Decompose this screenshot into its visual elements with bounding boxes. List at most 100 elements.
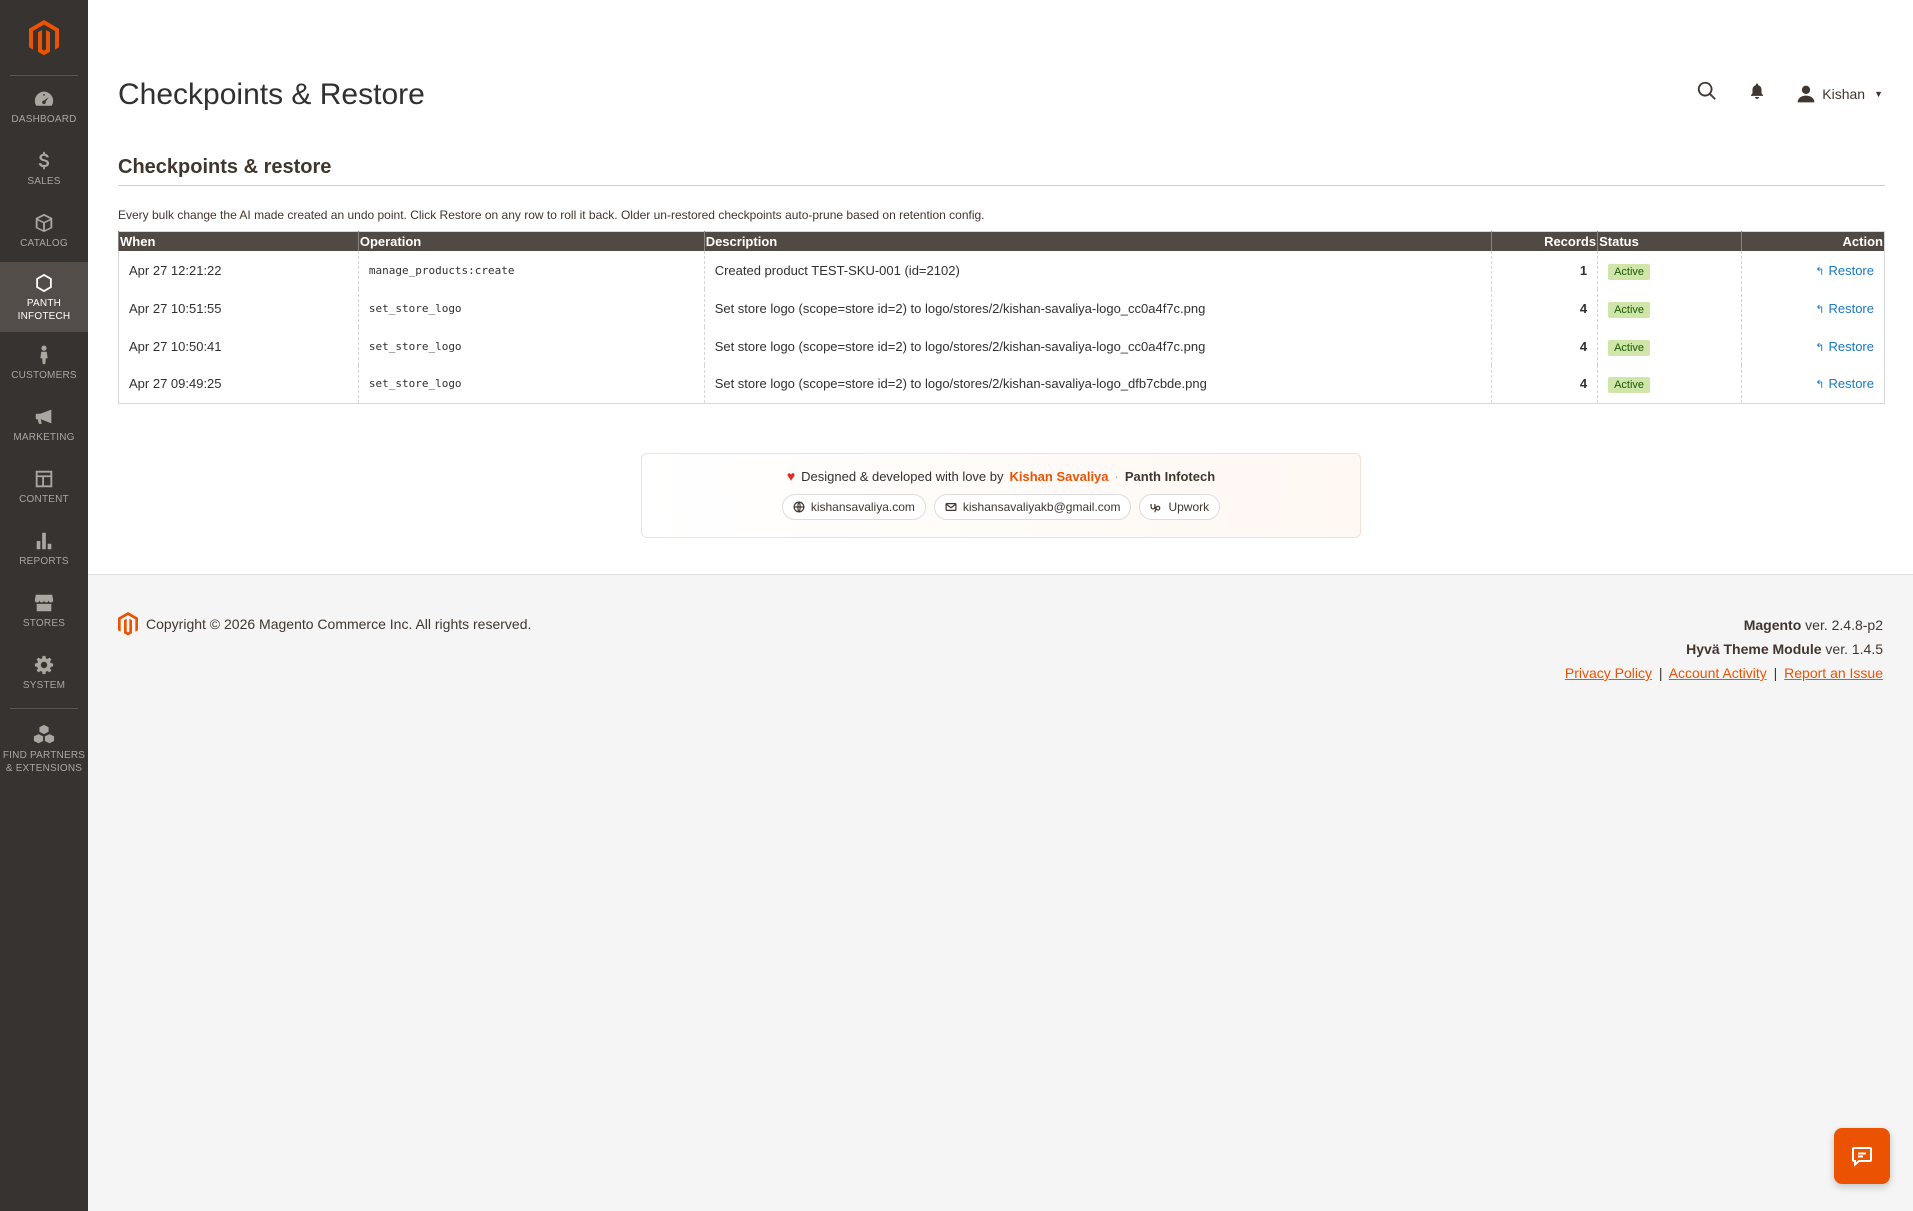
company-name: Panth Infotech [1124, 468, 1216, 484]
upwork-link[interactable]: Upwork [1139, 494, 1221, 520]
version-info: Magento ver. 2.4.8-p2 Hyvä Theme Module … [1565, 613, 1883, 685]
column-header-records[interactable]: Records [1491, 231, 1598, 251]
cell-action: ↰ Restore [1741, 327, 1885, 365]
restore-label: Restore [1828, 300, 1874, 316]
link-separator: | [1658, 665, 1663, 681]
user-menu[interactable]: Kishan ▼ [1796, 84, 1883, 104]
restore-button[interactable]: ↰ Restore [1815, 376, 1874, 391]
page-footer: Copyright © 2026 Magento Commerce Inc. A… [88, 574, 1913, 1211]
credit-box: ♥ Designed & developed with love by Kish… [641, 453, 1361, 538]
column-header-when[interactable]: When [118, 231, 359, 251]
cell-operation: manage_products:create [357, 251, 705, 289]
table-row: Apr 27 10:51:55 set_store_logo Set store… [118, 289, 1885, 327]
sidebar-item-catalog[interactable]: CATALOG [0, 200, 88, 262]
cell-description: Created product TEST-SKU-001 (id=2102) [703, 251, 1492, 289]
megaphone-icon [35, 409, 52, 424]
website-link[interactable]: kishansavaliya.com [781, 494, 926, 520]
sidebar-item-content[interactable]: CONTENT [0, 456, 88, 518]
mail-icon [945, 503, 957, 511]
privacy-policy-link[interactable]: Privacy Policy [1565, 665, 1652, 681]
credit-line: ♥ Designed & developed with love by Kish… [642, 468, 1360, 484]
column-header-description[interactable]: Description [703, 231, 1492, 251]
chat-button[interactable] [1834, 1128, 1890, 1184]
table-header-row: When Operation Description Records Statu… [118, 231, 1885, 251]
author-link[interactable]: Kishan Savaliya [1010, 469, 1109, 484]
account-activity-link[interactable]: Account Activity [1669, 665, 1767, 681]
restore-button[interactable]: ↰ Restore [1815, 339, 1874, 354]
cell-action: ↰ Restore [1741, 289, 1885, 327]
dashboard-icon [34, 91, 54, 106]
layout-icon [35, 470, 53, 488]
link-separator: | [1773, 665, 1778, 681]
cell-when: Apr 27 10:51:55 [118, 289, 359, 327]
copyright: Copyright © 2026 Magento Commerce Inc. A… [118, 612, 531, 636]
restore-button[interactable]: ↰ Restore [1815, 263, 1874, 278]
cell-records: 4 [1491, 327, 1598, 365]
restore-button[interactable]: ↰ Restore [1815, 301, 1874, 316]
section-title: Checkpoints & restore [118, 156, 1885, 186]
cell-description: Set store logo (scope=store id=2) to log… [703, 289, 1492, 327]
sidebar-item-label: PANTH INFOTECH [17, 297, 71, 322]
sidebar-item-label: FIND PARTNERS & EXTENSIONS [2, 749, 86, 774]
cell-operation: set_store_logo [357, 289, 705, 327]
checkpoints-table: When Operation Description Records Statu… [118, 231, 1885, 404]
sidebar-item-label: CATALOG [20, 238, 68, 249]
magento-logo[interactable] [10, 0, 78, 76]
page-body: Checkpoints & Restore Kishan ▼ Checkpoin… [88, 0, 1913, 574]
cell-when: Apr 27 12:21:22 [118, 251, 359, 289]
sidebar-divider [10, 708, 78, 709]
notifications-button[interactable] [1748, 82, 1766, 105]
user-icon [1797, 85, 1815, 102]
cell-when: Apr 27 09:49:25 [118, 365, 359, 403]
heart-icon: ♥ [786, 468, 796, 484]
section-note: Every bulk change the AI made created an… [118, 208, 985, 222]
sidebar-item-label: REPORTS [19, 556, 69, 567]
chevron-down-icon: ▼ [1874, 88, 1883, 99]
cell-description: Set store logo (scope=store id=2) to log… [703, 365, 1492, 403]
hyva-version: Hyvä Theme Module ver. 1.4.5 [1686, 641, 1883, 657]
undo-icon: ↰ [1815, 265, 1825, 278]
credit-separator: · [1114, 468, 1119, 484]
cell-operation: set_store_logo [357, 365, 705, 403]
sidebar-item-stores[interactable]: STORES [0, 580, 88, 642]
cell-status: Active [1597, 251, 1742, 289]
sidebar-item-label: SALES [27, 176, 61, 187]
sidebar-item-panth-infotech[interactable]: PANTH INFOTECH [0, 262, 88, 332]
hexagon-icon [36, 273, 52, 292]
credit-links: kishansavaliya.com kishansavaliyakb@gmai… [642, 494, 1360, 520]
page-title: Checkpoints & Restore [118, 78, 425, 111]
email-link[interactable]: kishansavaliyakb@gmail.com [933, 494, 1132, 520]
cell-records: 4 [1491, 365, 1598, 403]
upwork-icon [1150, 504, 1161, 513]
cubes-icon [33, 724, 55, 743]
sidebar-item-label: SYSTEM [22, 680, 66, 691]
restore-label: Restore [1828, 338, 1874, 354]
cell-description: Set store logo (scope=store id=2) to log… [703, 327, 1492, 365]
column-header-operation[interactable]: Operation [357, 231, 705, 251]
magento-logo-icon [29, 19, 59, 55]
report-issue-link[interactable]: Report an Issue [1784, 665, 1883, 681]
sidebar-item-label: STORES [22, 618, 66, 629]
sidebar-item-find-partners[interactable]: FIND PARTNERS & EXTENSIONS [0, 713, 88, 785]
column-header-action: Action [1741, 231, 1885, 251]
sidebar-item-dashboard[interactable]: DASHBOARD [0, 76, 88, 138]
sidebar-item-label: DASHBOARD [11, 114, 77, 125]
footer-links: Privacy Policy | Account Activity | Repo… [1565, 661, 1883, 685]
search-button[interactable] [1696, 80, 1718, 107]
cell-action: ↰ Restore [1741, 365, 1885, 403]
cell-records: 4 [1491, 289, 1598, 327]
globe-icon [793, 501, 805, 513]
search-icon [1698, 81, 1717, 100]
column-header-status[interactable]: Status [1597, 231, 1742, 251]
magento-footer-logo-icon [118, 612, 138, 636]
person-icon [40, 345, 48, 365]
copyright-text: Copyright © 2026 Magento Commerce Inc. A… [146, 616, 532, 632]
sidebar-item-system[interactable]: SYSTEM [0, 642, 88, 704]
sidebar-item-sales[interactable]: SALES [0, 138, 88, 200]
store-icon [34, 594, 54, 612]
sidebar-item-customers[interactable]: CUSTOMERS [0, 332, 88, 394]
admin-sidebar: DASHBOARD SALES CATALOG PANTH INFOTECH C… [0, 0, 88, 1211]
sidebar-item-reports[interactable]: REPORTS [0, 518, 88, 580]
sidebar-item-marketing[interactable]: MARKETING [0, 394, 88, 456]
status-badge: Active [1608, 301, 1651, 318]
